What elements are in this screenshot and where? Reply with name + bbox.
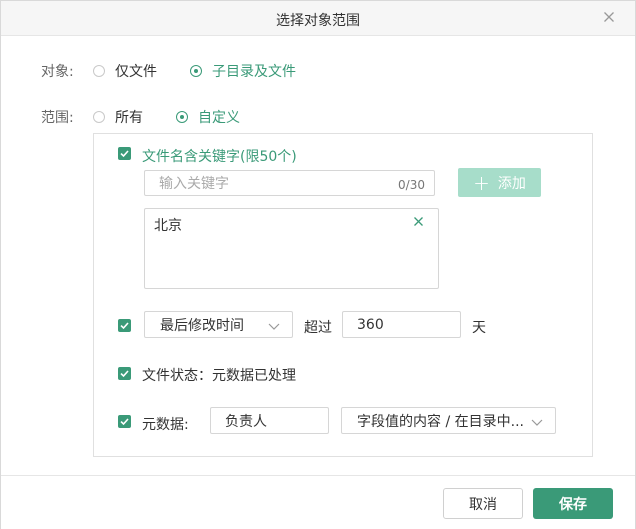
plus-icon: +	[473, 170, 490, 195]
close-icon[interactable]	[601, 9, 617, 25]
remove-tag-icon[interactable]	[413, 215, 424, 226]
radio-dot	[93, 65, 105, 77]
object-label: 对象:	[41, 64, 74, 80]
keyword-label: 文件名含关键字(限50个)	[142, 149, 297, 165]
keyword-input[interactable]: 输入关键字 0/30	[144, 170, 435, 196]
add-keyword-button[interactable]: + 添加	[458, 168, 541, 197]
metadata-checkbox[interactable]	[118, 415, 131, 428]
radio-label: 所有	[115, 110, 143, 126]
radio-custom[interactable]: 自定义	[176, 107, 240, 127]
radio-dot	[93, 111, 105, 123]
keyword-tag: 北京	[154, 218, 182, 234]
chevron-down-icon	[268, 323, 280, 330]
radio-label: 自定义	[198, 110, 240, 126]
days-unit: 天	[472, 320, 486, 336]
keyword-tag-list: 北京	[144, 208, 439, 289]
save-button[interactable]: 保存	[533, 488, 613, 519]
radio-label: 子目录及文件	[212, 64, 296, 80]
scope-label: 范围:	[41, 110, 74, 126]
time-field-select[interactable]: 最后修改时间	[144, 311, 293, 338]
metadata-condition-value: 字段值的内容 / 在目录中...	[357, 413, 524, 430]
radio-dot-selected	[190, 65, 202, 77]
radio-subdirs-and-files[interactable]: 子目录及文件	[190, 61, 296, 81]
status-label: 文件状态：元数据已处理	[142, 368, 296, 384]
dialog-footer: 取消 保存	[1, 475, 635, 529]
status-checkbox[interactable]	[118, 367, 131, 380]
days-input[interactable]: 360	[342, 311, 461, 338]
days-value: 360	[357, 316, 384, 333]
keyword-checkbox[interactable]	[118, 147, 131, 160]
metadata-field-input[interactable]: 负责人	[210, 407, 329, 434]
dialog-title: 选择对象范围	[276, 13, 360, 29]
cancel-button[interactable]: 取消	[443, 488, 523, 519]
metadata-condition-select[interactable]: 字段值的内容 / 在目录中...	[341, 407, 556, 434]
radio-label: 仅文件	[115, 64, 157, 80]
modified-checkbox[interactable]	[118, 319, 131, 332]
metadata-label: 元数据:	[142, 417, 189, 433]
add-button-label: 添加	[497, 175, 526, 192]
radio-dot-selected	[176, 111, 188, 123]
metadata-field-value: 负责人	[225, 413, 267, 430]
dialog-header: 选择对象范围	[1, 1, 635, 36]
radio-all[interactable]: 所有	[93, 107, 143, 127]
chevron-down-icon	[531, 419, 543, 426]
radio-files-only[interactable]: 仅文件	[93, 61, 157, 81]
time-field-value: 最后修改时间	[160, 317, 244, 334]
exceed-label: 超过	[304, 320, 332, 336]
scope-dialog: 选择对象范围 对象: 仅文件 子目录及文件 范围: 所有 自定义 文件名含关键字…	[0, 0, 636, 529]
keyword-counter: 0/30	[398, 178, 425, 192]
keyword-placeholder: 输入关键字	[159, 176, 229, 192]
